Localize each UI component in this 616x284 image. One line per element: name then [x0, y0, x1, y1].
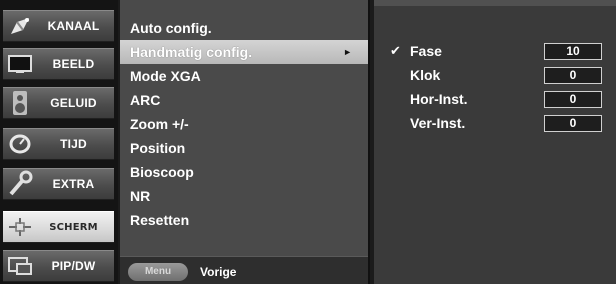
category-label: TIJD — [60, 137, 87, 151]
tv-screen-icon — [3, 48, 37, 80]
menu-item-zoom[interactable]: Zoom +/- — [120, 112, 368, 136]
setting-value-box[interactable]: 0 — [544, 67, 602, 84]
menu-item-resetten[interactable]: Resetten — [120, 208, 368, 232]
setting-label: Hor-Inst. — [410, 91, 468, 107]
check-icon — [390, 64, 404, 86]
setting-label: Klok — [410, 67, 441, 83]
check-icon: ✔ — [390, 43, 401, 58]
clock-icon — [3, 128, 37, 160]
back-label: Vorige — [200, 265, 237, 279]
satellite-dish-icon — [3, 10, 37, 42]
setting-hor-inst[interactable]: Hor-Inst. 0 — [374, 88, 616, 110]
pip-window-icon — [3, 250, 37, 282]
category-kanaal[interactable]: KANAAL — [3, 10, 114, 42]
setting-value-box[interactable]: 0 — [544, 91, 602, 108]
category-label: KANAAL — [47, 19, 100, 33]
menu-item-nr[interactable]: NR — [120, 184, 368, 208]
setting-ver-inst[interactable]: Ver-Inst. 0 — [374, 112, 616, 134]
menu-button[interactable]: Menu — [128, 263, 188, 281]
category-label: SCHERM — [49, 221, 98, 233]
setting-label: Ver-Inst. — [410, 115, 466, 131]
setting-klok[interactable]: Klok 0 — [374, 64, 616, 86]
category-sidebar: KANAAL BEELD GELUID TIJD EXTRA SCHERM PI… — [0, 0, 118, 284]
submenu-list: Auto config. Handmatig config. ► Mode XG… — [120, 0, 370, 284]
setting-value-box[interactable]: 10 — [544, 43, 602, 60]
check-icon — [390, 88, 404, 110]
menu-item-handmatig-config[interactable]: Handmatig config. ► — [120, 40, 368, 64]
screen-adjust-icon — [3, 211, 37, 243]
osd-menu: KANAAL BEELD GELUID TIJD EXTRA SCHERM PI… — [0, 0, 616, 284]
category-beeld[interactable]: BEELD — [3, 48, 114, 80]
category-label: BEELD — [52, 57, 95, 71]
menu-item-auto-config[interactable]: Auto config. — [120, 16, 368, 40]
category-label: GELUID — [50, 96, 97, 110]
category-geluid[interactable]: GELUID — [3, 87, 114, 119]
menu-item-arc[interactable]: ARC — [120, 88, 368, 112]
check-icon — [390, 112, 404, 134]
speaker-icon — [3, 87, 37, 119]
submenu-arrow-icon: ► — [343, 47, 352, 57]
setting-fase[interactable]: ✔ Fase 10 — [374, 40, 616, 62]
category-extra[interactable]: EXTRA — [3, 168, 114, 200]
category-scherm[interactable]: SCHERM — [3, 211, 114, 243]
setting-value-box[interactable]: 0 — [544, 115, 602, 132]
wrench-icon — [3, 168, 37, 200]
setting-label: Fase — [410, 43, 442, 59]
menu-footer: Menu Vorige — [120, 256, 368, 284]
category-pip-dw[interactable]: PIP/DW — [3, 250, 114, 282]
category-label: PIP/DW — [51, 259, 96, 273]
menu-item-bioscoop[interactable]: Bioscoop — [120, 160, 368, 184]
menu-item-position[interactable]: Position — [120, 136, 368, 160]
category-tijd[interactable]: TIJD — [3, 128, 114, 160]
menu-item-mode-xga[interactable]: Mode XGA — [120, 64, 368, 88]
adjust-panel: ✔ Fase 10 Klok 0 Hor-Inst. 0 Ver-Inst. 0 — [374, 0, 616, 284]
category-label: EXTRA — [52, 177, 95, 191]
